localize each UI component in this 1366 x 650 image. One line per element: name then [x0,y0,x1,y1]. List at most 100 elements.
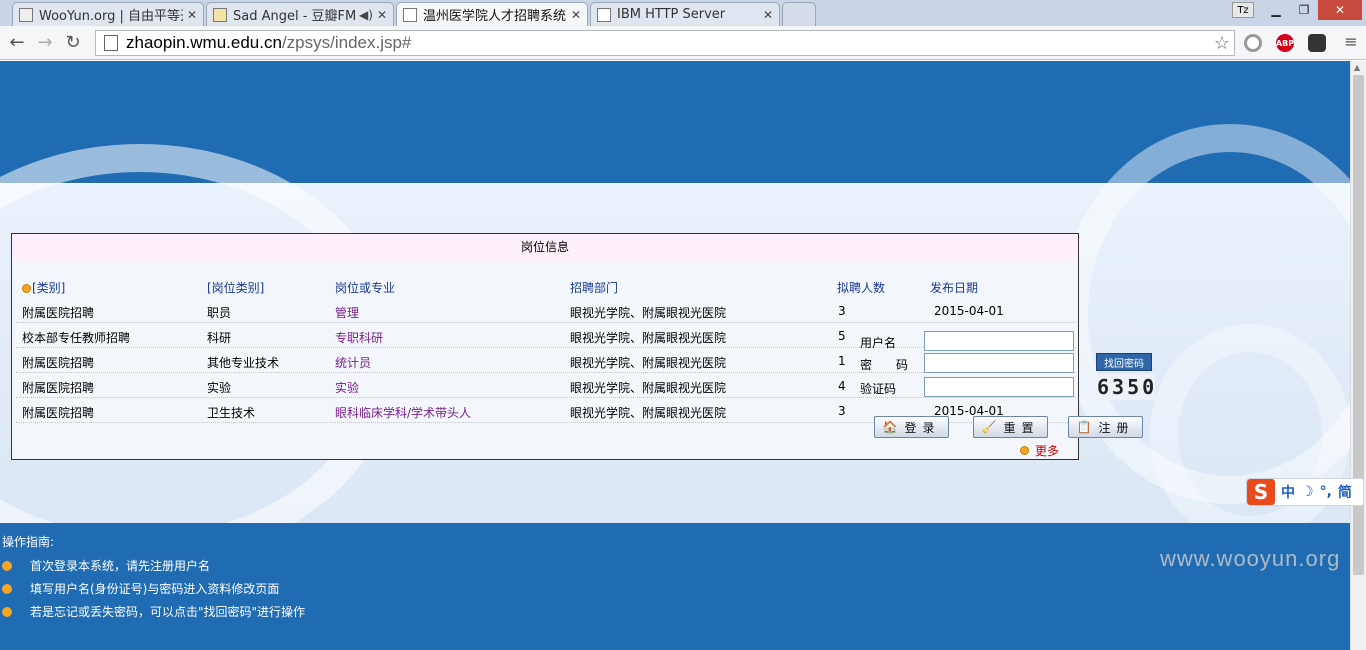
cell-major-link[interactable]: 眼科临床学科/学术带头人 [335,404,471,421]
moon-icon[interactable]: ☽ [1301,484,1314,500]
cell-department: 眼视光学院、附属眼视光医院 [570,331,727,345]
password-input[interactable] [924,353,1074,373]
captcha-input[interactable] [924,377,1074,397]
bullet-icon [2,583,12,594]
login-button[interactable]: 🏠 登录 [874,416,949,438]
ime-toolbar[interactable]: S 中 ☽ °, 简 [1246,478,1364,506]
username-label: 用户名 [860,336,897,350]
captcha-label: 验证码 [860,382,897,396]
page-favicon-icon [597,7,611,22]
column-header-major[interactable]: 岗位或专业 [335,279,395,296]
cell-category: 附属医院招聘 [22,306,95,320]
extension-mask-icon[interactable] [1308,34,1326,52]
tab-title: WooYun.org | 自由平等开 [39,9,183,24]
cell-count: 3 [838,304,846,318]
page-favicon-icon [403,7,417,22]
cell-date: 2015-04-01 [934,304,1004,318]
cell-post-type: 职员 [207,306,232,320]
extension-circle-icon[interactable] [1244,34,1262,52]
find-password-button[interactable]: 找回密码 [1096,353,1152,371]
close-icon[interactable]: ✕ [377,8,387,22]
home-icon: 🏠 [882,420,898,434]
broom-icon: 🧹 [981,420,997,434]
table-row: 校本部专任教师招聘 科研 专职科研 眼视光学院、附属眼视光医院 5 [16,323,1076,348]
guide-title: 操作指南: [2,535,55,549]
window-close-icon[interactable]: ✕ [1318,0,1362,20]
column-header-department[interactable]: 招聘部门 [570,279,618,296]
page-icon [104,35,118,51]
cell-category: 附属医院招聘 [22,381,95,395]
address-bar[interactable]: zhaopin.wmu.edu.cn/zpsys/index.jsp# ☆ [95,30,1235,56]
cell-count: 3 [838,404,846,418]
table-row: 附属医院招聘 职员 管理 眼视光学院、附属眼视光医院 3 2015-04-01 [16,298,1076,323]
cell-department: 眼视光学院、附属眼视光医院 [570,406,727,420]
cell-post-type: 其他专业技术 [207,356,280,370]
column-header-category[interactable]: [类别] [22,279,65,296]
cell-major-link[interactable]: 专职科研 [335,329,383,346]
cell-post-type: 科研 [207,331,232,345]
captcha-image[interactable]: 6350 [1097,374,1155,400]
bullet-icon [2,560,12,571]
close-icon[interactable]: ✕ [187,8,197,22]
close-icon[interactable]: ✕ [571,8,581,22]
username-input[interactable] [924,331,1074,351]
douban-favicon-icon [213,7,227,22]
adblock-icon[interactable]: ABP [1276,34,1294,52]
tab-title: 温州医学院人才招聘系统 [423,9,567,24]
bullet-icon [22,284,31,293]
more-link[interactable]: 更多 [1020,442,1059,459]
decor-swirl [1150,324,1350,544]
wooyun-favicon-icon [19,7,33,22]
ime-mode[interactable]: 中 [1281,482,1295,502]
tab-title: IBM HTTP Server [617,7,726,22]
minimize-icon[interactable]: ▁ [1262,0,1290,20]
scroll-up-icon[interactable]: ▲ [1354,63,1360,72]
cell-category: 附属医院招聘 [22,406,95,420]
cell-count: 1 [838,354,846,368]
cell-category: 附属医院招聘 [22,356,95,370]
forward-icon[interactable]: → [34,32,56,53]
speaker-icon[interactable]: ◀) [359,8,373,22]
reset-button[interactable]: 🧹 重置 [973,416,1048,438]
panel-title: 岗位信息 [12,234,1078,261]
cell-department: 眼视光学院、附属眼视光医院 [570,306,727,320]
password-label: 密 码 [860,358,909,372]
tab-zhaopin[interactable]: 温州医学院人才招聘系统 ✕ [396,2,588,26]
tab-douban-fm[interactable]: Sad Angel - 豆瓣FM ◀) ✕ [206,2,394,26]
table-row: 附属医院招聘 实验 实验 眼视光学院、附属眼视光医院 4 [16,373,1076,398]
bullet-icon [1020,446,1029,455]
cell-major-link[interactable]: 管理 [335,304,359,321]
cell-major-link[interactable]: 统计员 [335,354,371,371]
maximize-icon[interactable]: ❐ [1290,0,1318,20]
ime-simplified[interactable]: 简 [1338,482,1352,502]
menu-icon[interactable]: ≡ [1340,32,1362,51]
sogou-logo-icon: S [1247,479,1275,505]
reload-icon[interactable]: ↻ [62,32,84,53]
column-header-date[interactable]: 发布日期 [930,279,978,296]
bookmark-star-icon[interactable]: ☆ [1214,33,1230,54]
guide-item: 填写用户名(身份证号)与密码进入资料修改页面 [0,580,279,597]
cell-major-link[interactable]: 实验 [335,379,359,396]
tab-wooyun[interactable]: WooYun.org | 自由平等开 ✕ [12,2,204,26]
profile-badge[interactable]: Tz [1232,2,1254,18]
new-tab-button[interactable] [782,2,816,26]
tab-title: Sad Angel - 豆瓣FM [233,9,356,24]
punct-icon[interactable]: °, [1320,484,1332,500]
cell-category: 校本部专任教师招聘 [22,331,131,345]
watermark: www.wooyun.org [1160,546,1341,571]
guide-item: 若是忘记或丢失密码，可以点击"找回密码"进行操作 [0,603,305,620]
cell-post-type: 卫生技术 [207,406,256,420]
close-icon[interactable]: ✕ [763,8,773,22]
column-header-post-type[interactable]: [岗位类别] [207,279,264,296]
vertical-scrollbar[interactable]: ▲ [1350,61,1366,650]
tab-ibm-http[interactable]: IBM HTTP Server ✕ [590,2,780,26]
cell-count: 4 [838,379,846,393]
column-header-count[interactable]: 拟聘人数 [837,279,885,296]
browser-toolbar: ← → ↻ zhaopin.wmu.edu.cn/zpsys/index.jsp… [0,26,1366,60]
url-path: /zpsys/index.jsp# [281,33,412,52]
register-button[interactable]: 📋 注册 [1068,416,1143,438]
cell-department: 眼视光学院、附属眼视光医院 [570,381,727,395]
back-icon[interactable]: ← [6,32,28,53]
tab-strip: WooYun.org | 自由平等开 ✕ Sad Angel - 豆瓣FM ◀)… [0,0,1366,26]
url-host: zhaopin.wmu.edu.cn [126,33,282,52]
